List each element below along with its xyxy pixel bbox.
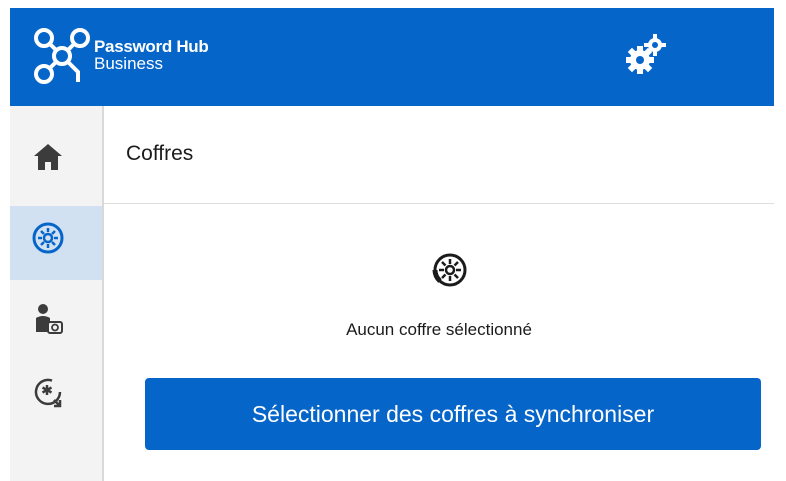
app-logo-text: Password Hub Business (94, 37, 209, 73)
logo-icon (34, 28, 90, 84)
password-sync-icon (34, 378, 62, 408)
sidebar-item-user-vault[interactable] (10, 294, 102, 368)
page-title: Coffres (126, 142, 194, 165)
sidebar (10, 106, 104, 481)
sidebar-item-vaults[interactable] (10, 206, 102, 280)
app-title: Password Hub (94, 37, 209, 56)
window-frame-right (774, 0, 786, 481)
window-frame-left (0, 0, 10, 481)
vault-icon (432, 253, 467, 287)
gears-icon (626, 34, 666, 74)
main-panel: Coffres Aucun coffre sélectionné Sélecti… (104, 106, 774, 481)
empty-state-message: Aucun coffre sélectionné (346, 320, 532, 339)
app-header: Password Hub Business (10, 8, 774, 106)
app-subtitle: Business (94, 54, 163, 73)
user-vault-icon (36, 304, 63, 334)
divider (104, 203, 774, 204)
settings-button[interactable] (622, 32, 668, 78)
select-vaults-button[interactable]: Sélectionner des coffres à synchroniser (145, 378, 761, 450)
sidebar-item-password-sync[interactable] (10, 368, 102, 442)
home-icon (34, 144, 62, 170)
sidebar-item-home[interactable] (10, 120, 102, 194)
vault-icon (32, 222, 64, 254)
